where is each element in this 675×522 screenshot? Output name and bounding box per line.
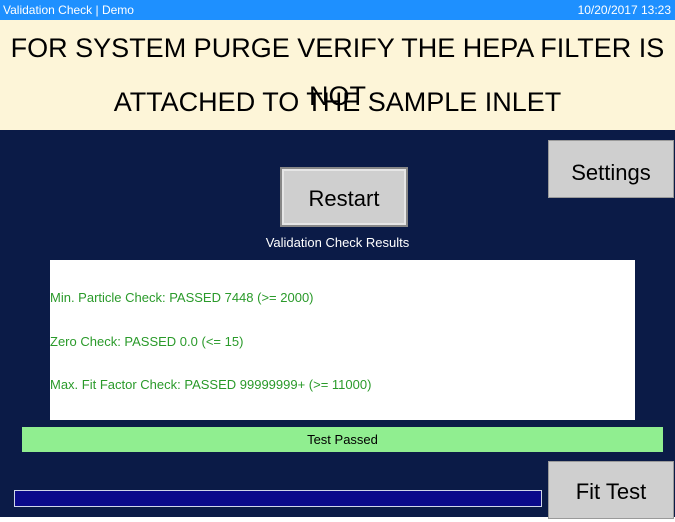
datetime-display: 10/20/2017 13:23 — [577, 3, 671, 17]
result-max-fit-factor: Max. Fit Factor Check: PASSED 99999999+ … — [50, 377, 372, 392]
progress-bar — [14, 490, 542, 507]
restart-button[interactable]: Restart — [280, 167, 408, 227]
banner-line-2: ATTACHED TO THE SAMPLE INLET — [113, 87, 562, 117]
settings-button[interactable]: Settings — [548, 140, 674, 198]
fit-test-button[interactable]: Fit Test — [548, 461, 674, 519]
results-panel: Min. Particle Check: PASSED 7448 (>= 200… — [50, 260, 635, 420]
instruction-banner: FOR SYSTEM PURGE VERIFY THE HEPA FILTER … — [0, 20, 675, 130]
window-title: Validation Check | Demo — [3, 3, 134, 17]
main-panel: Settings Restart Validation Check Result… — [0, 130, 675, 519]
status-bar: Test Passed — [22, 427, 663, 452]
result-zero-check: Zero Check: PASSED 0.0 (<= 15) — [50, 334, 244, 349]
result-min-particle: Min. Particle Check: PASSED 7448 (>= 200… — [50, 290, 314, 305]
results-title: Validation Check Results — [265, 235, 410, 250]
title-bar: Validation Check | Demo 10/20/2017 13:23 — [0, 0, 675, 20]
